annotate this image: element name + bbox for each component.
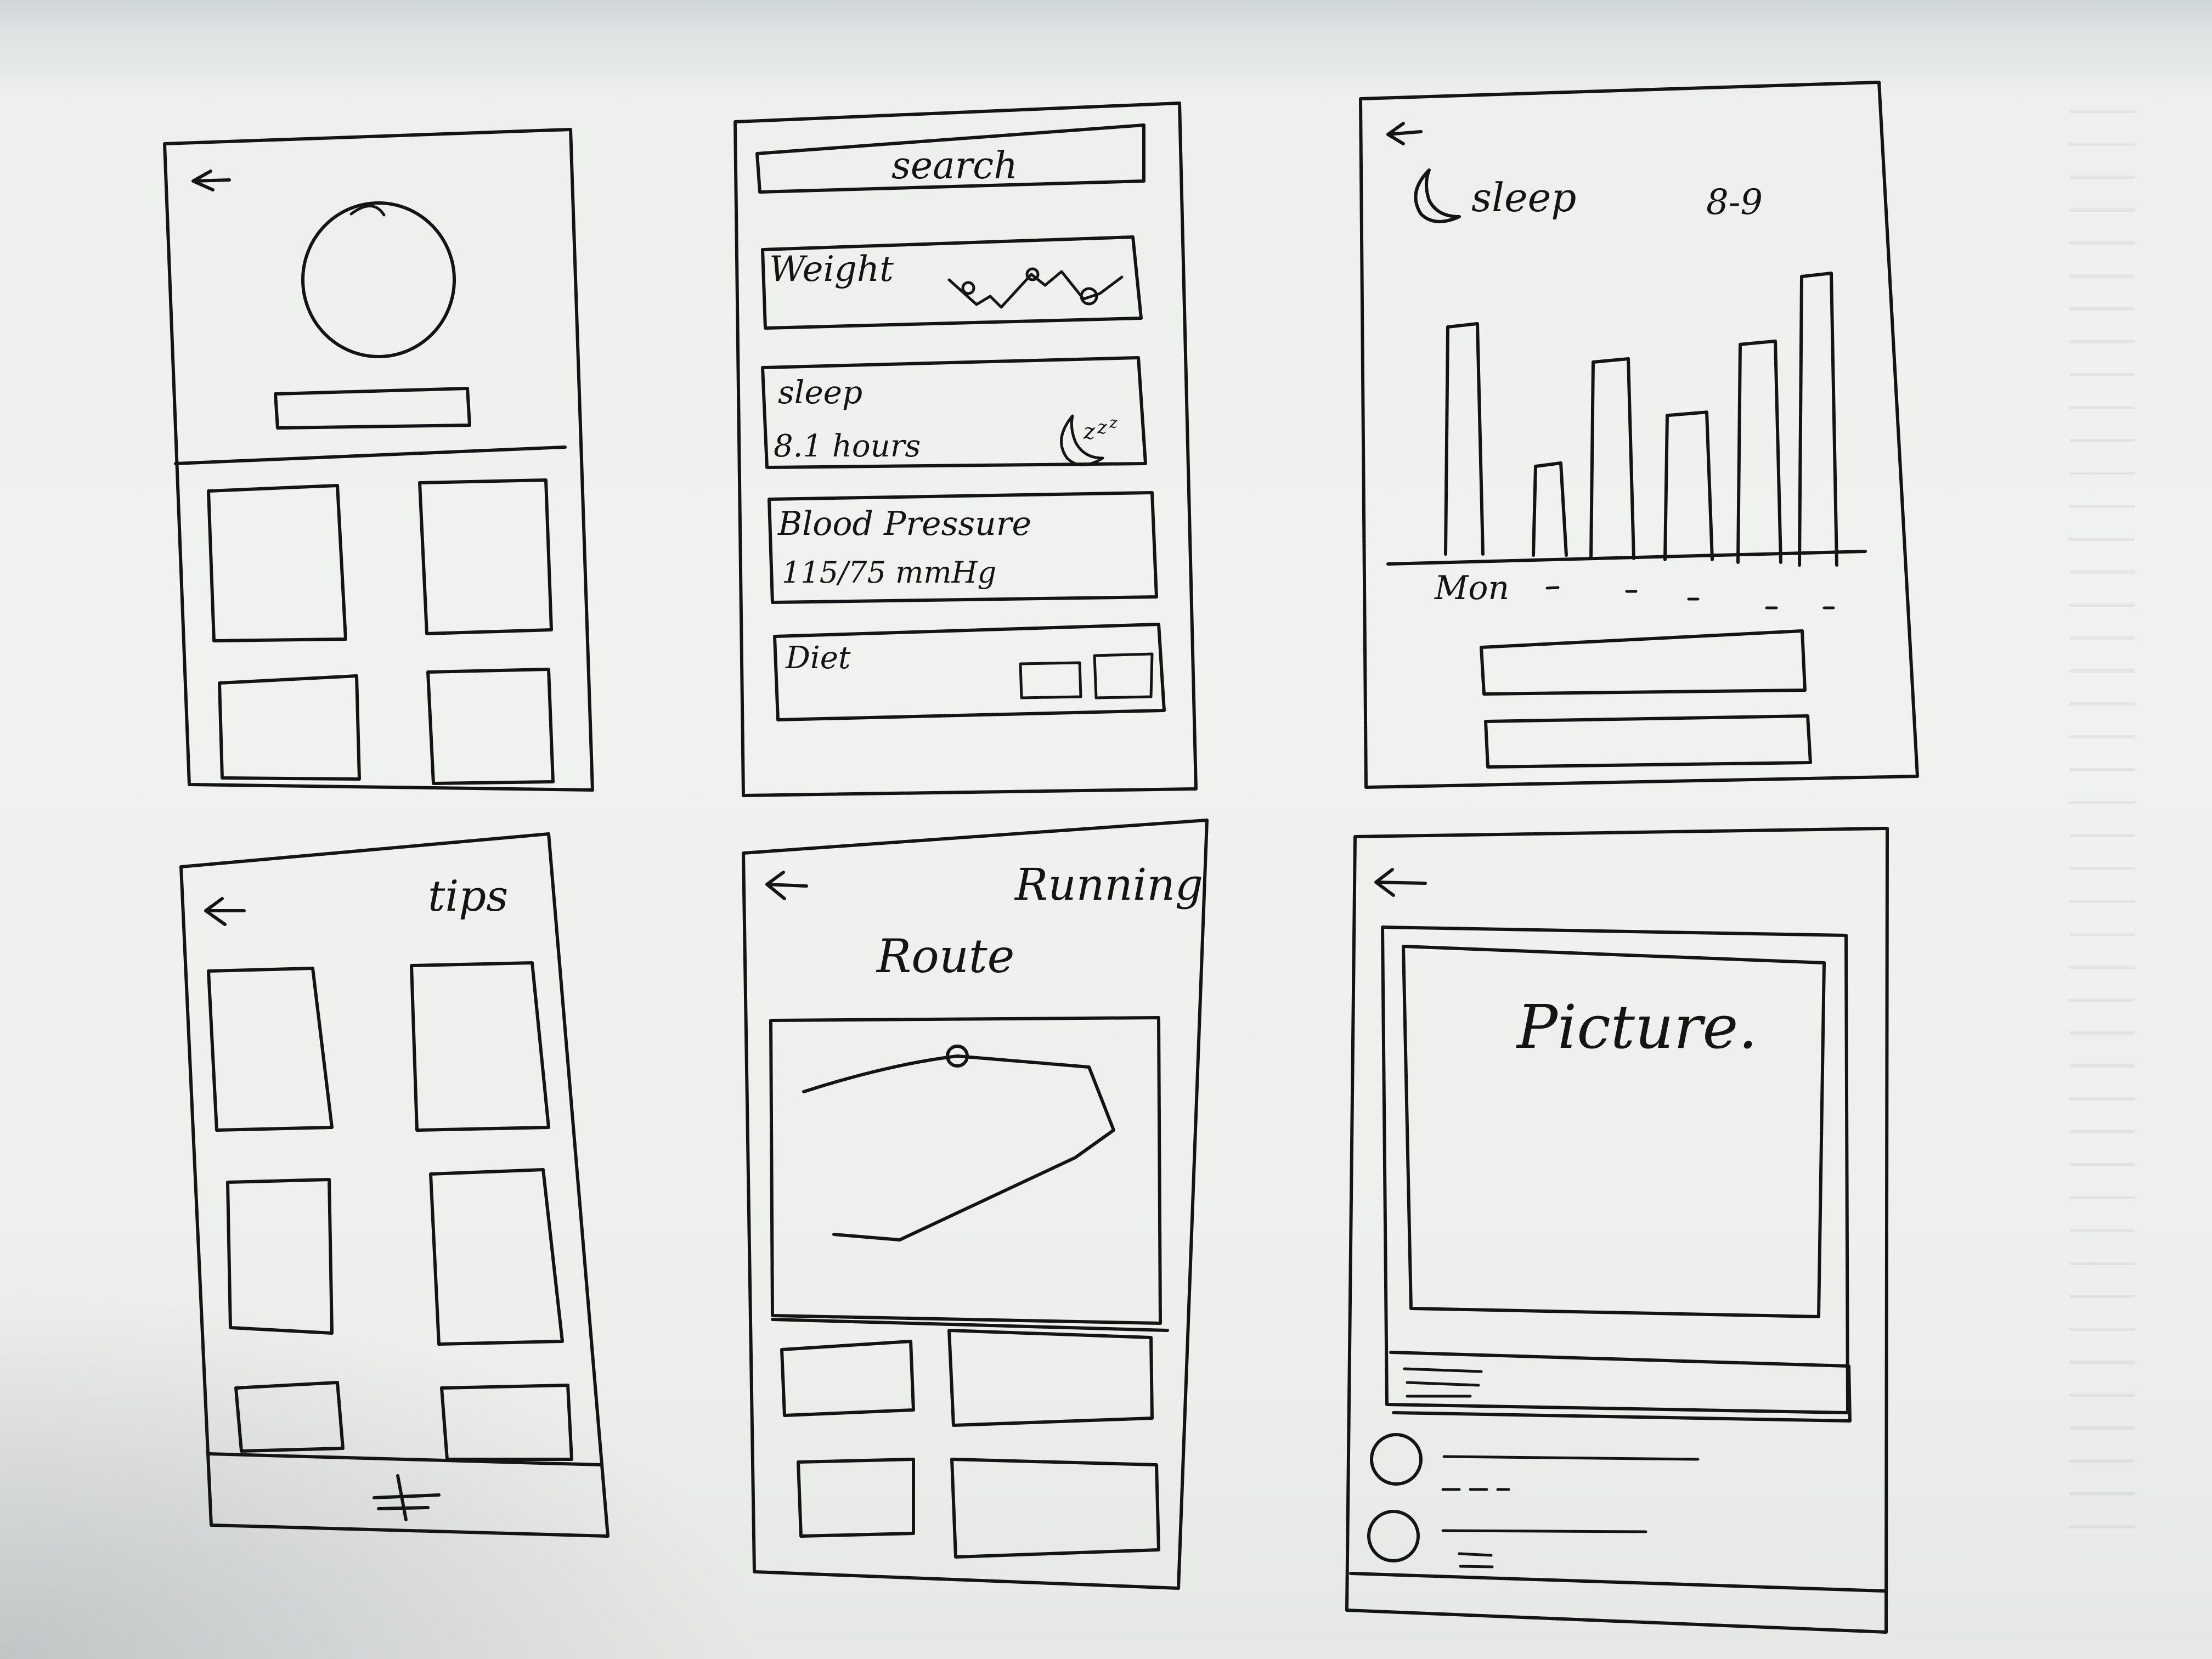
sleep-bar[interactable] (1589, 357, 1635, 560)
running-title: Running (1014, 859, 1203, 910)
sleep-bar[interactable] (1532, 461, 1568, 557)
day-label: Mon (1434, 569, 1509, 607)
screen-running: Running Route (742, 819, 1209, 1590)
divider (174, 445, 567, 465)
chart-dot (961, 281, 975, 295)
caption-lines (1403, 1367, 1483, 1398)
avatar[interactable] (301, 201, 456, 358)
sleep-bar[interactable] (1798, 272, 1838, 567)
chart-axis (1386, 550, 1867, 566)
back-arrow-icon[interactable] (1374, 868, 1427, 897)
moon-zzz-icon: z z z (1060, 414, 1118, 466)
tip-card[interactable] (234, 1381, 345, 1453)
comment-text (1441, 1455, 1700, 1491)
tip-card[interactable] (226, 1178, 334, 1335)
name-field[interactable] (274, 387, 471, 430)
profile-tile[interactable] (426, 668, 555, 785)
diet-title: Diet (785, 640, 851, 676)
screen-profile (163, 128, 594, 792)
tip-card[interactable] (410, 961, 550, 1132)
sleep-info-row[interactable] (1480, 629, 1807, 696)
screen-picture: Picture. (1345, 827, 1889, 1634)
sleep-bar[interactable] (1444, 322, 1485, 556)
comment-text (1441, 1529, 1647, 1568)
stat-tile[interactable] (797, 1458, 915, 1538)
profile-tile[interactable] (218, 674, 361, 781)
sleep-bar[interactable] (1736, 339, 1782, 564)
sleep-info-row[interactable] (1484, 714, 1812, 769)
tip-card[interactable] (207, 967, 334, 1132)
plus-icon[interactable] (373, 1474, 441, 1521)
tip-card[interactable] (429, 1168, 564, 1346)
profile-tile[interactable] (418, 478, 553, 635)
route-subtitle: Route (876, 929, 1014, 983)
profile-tile[interactable] (207, 484, 347, 642)
back-arrow-icon[interactable] (191, 170, 231, 191)
moon-icon (1414, 168, 1461, 223)
route-path (802, 1054, 1115, 1242)
svg-text:z: z (1083, 419, 1096, 444)
screen-sleep-detail: sleep 8-9 Mon (1359, 81, 1919, 789)
diet-thumbnail[interactable] (1093, 652, 1154, 699)
screen-dashboard: search Weight sleep 8.1 hours z z z Bloo… (733, 101, 1198, 797)
day-placeholders (1545, 586, 1835, 610)
back-arrow-icon[interactable] (204, 897, 246, 926)
search-label: search (891, 144, 1018, 188)
sleep-bar[interactable] (1663, 410, 1714, 561)
picture-label: Picture. (1516, 992, 1758, 1062)
blood-pressure-title: Blood Pressure (777, 505, 1031, 543)
comment-avatar[interactable] (1367, 1510, 1420, 1562)
tips-title: tips (428, 872, 508, 921)
weight-title: Weight (769, 249, 894, 290)
screen-tips: tips (179, 832, 610, 1538)
diet-thumbnail[interactable] (1019, 661, 1082, 699)
bottom-bar-divider (1349, 1572, 1886, 1593)
sleep-title: sleep (778, 374, 862, 411)
svg-text:z: z (1109, 414, 1118, 432)
sleep-detail-title: sleep (1471, 174, 1576, 221)
back-arrow-icon[interactable] (1386, 122, 1423, 145)
stat-tile[interactable] (947, 1329, 1154, 1427)
stat-tile[interactable] (950, 1458, 1160, 1559)
stat-tile[interactable] (780, 1340, 915, 1417)
comment-avatar[interactable] (1370, 1433, 1423, 1486)
sleep-bar-chart (1444, 272, 1838, 567)
svg-text:z: z (1097, 416, 1108, 438)
tip-card[interactable] (440, 1384, 573, 1461)
sleep-value: 8.1 hours (774, 428, 921, 464)
sleep-detail-range: 8-9 (1706, 182, 1763, 223)
blood-pressure-value: 115/75 mmHg (782, 555, 996, 590)
sketch-sheet: search Weight sleep 8.1 hours z z z Bloo… (163, 81, 1919, 1634)
back-arrow-icon[interactable] (765, 871, 808, 900)
